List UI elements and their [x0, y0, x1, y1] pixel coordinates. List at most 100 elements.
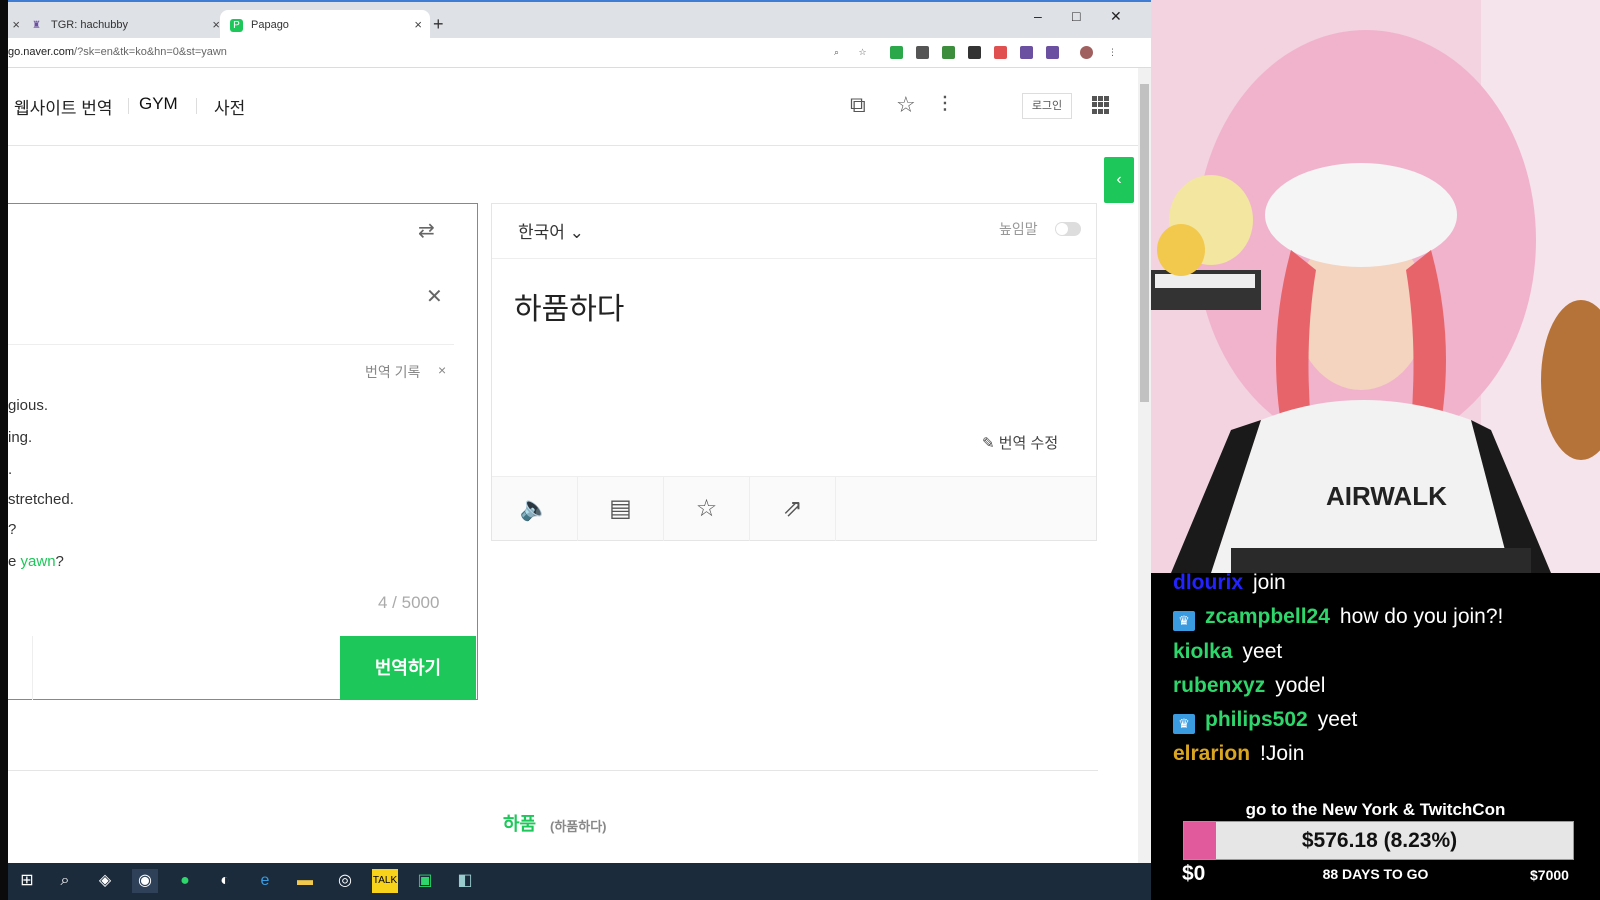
extension-icon[interactable]: [994, 46, 1007, 59]
favorite-star-icon[interactable]: ☆: [896, 92, 916, 118]
swap-languages-icon[interactable]: ⇄: [418, 218, 435, 243]
zoom-icon[interactable]: ⌕: [830, 46, 843, 59]
app-icon[interactable]: ◎: [332, 869, 358, 893]
nav-dictionary[interactable]: 사전: [214, 94, 245, 119]
scrollbar-thumb[interactable]: [1140, 84, 1149, 402]
app-icon[interactable]: ◈: [92, 869, 118, 893]
kakaotalk-icon[interactable]: TALK: [372, 869, 398, 893]
extension-icon[interactable]: [916, 46, 929, 59]
divider: [8, 344, 454, 345]
subscriber-crown-icon: ♛: [1173, 611, 1195, 631]
star-icon[interactable]: ☆: [664, 477, 750, 541]
steam-icon[interactable]: ◐: [212, 869, 238, 893]
chat-username: elrarion: [1173, 742, 1251, 765]
tab-title: Papago: [251, 19, 289, 31]
share-window-icon[interactable]: ⧉: [850, 92, 866, 118]
tab-partial[interactable]: ×: [8, 10, 28, 40]
tab-papago[interactable]: P Papago ×: [220, 10, 430, 40]
history-item[interactable]: e yawn?: [8, 553, 64, 570]
chat-message: dlourix join: [1173, 571, 1286, 595]
close-window-button[interactable]: ✕: [1110, 8, 1122, 25]
divider: [492, 258, 1096, 259]
extension-icon[interactable]: [968, 46, 981, 59]
chat-text: yodel: [1275, 674, 1326, 697]
address-bar[interactable]: go.naver.com/?sk=en&tk=ko&hn=0&st=yawn ⌕…: [8, 38, 1151, 68]
nav-gym[interactable]: GYM: [139, 94, 178, 114]
app-icon[interactable]: ◧: [452, 869, 478, 893]
chat-username: dlourix: [1173, 571, 1244, 594]
clear-input-close-icon[interactable]: ✕: [426, 284, 443, 309]
chat-username: philips502: [1205, 708, 1308, 731]
maximize-button[interactable]: □: [1072, 8, 1080, 24]
honorific-toggle[interactable]: [1055, 222, 1081, 236]
tab-close-icon[interactable]: ×: [212, 17, 220, 32]
pencil-icon: ✎: [982, 435, 995, 452]
donation-goal-max: $7000: [1530, 867, 1569, 883]
svg-text:AIRWALK: AIRWALK: [1326, 481, 1447, 511]
chat-text: yeet: [1317, 708, 1358, 731]
bookmark-star-icon[interactable]: ☆: [856, 46, 869, 59]
app-icon[interactable]: ●: [172, 869, 198, 893]
menu-kebab-icon[interactable]: ⋮: [1106, 46, 1119, 59]
folder-icon[interactable]: ▬: [292, 869, 318, 893]
tab-close-icon[interactable]: ×: [414, 17, 422, 32]
share-icon[interactable]: ⇗: [750, 477, 836, 541]
url-text[interactable]: go.naver.com/?sk=en&tk=ko&hn=0&st=yawn: [8, 46, 227, 58]
dictionary-headword[interactable]: 하품: [503, 810, 536, 836]
history-item[interactable]: ing.: [8, 429, 32, 446]
extension-icon[interactable]: [1046, 46, 1059, 59]
chat-username: kiolka: [1173, 640, 1233, 663]
avatar[interactable]: [1080, 46, 1093, 59]
nav-divider: [196, 98, 197, 114]
tab-close-icon[interactable]: ×: [12, 17, 20, 32]
translate-button[interactable]: 번역하기: [340, 636, 476, 700]
login-button[interactable]: 로그인: [1022, 93, 1072, 119]
target-language-select[interactable]: 한국어 ⌄: [518, 218, 584, 243]
chat-text: join: [1253, 571, 1286, 594]
donation-goal-amount: $576.18 (8.23%): [1301, 829, 1458, 852]
url-path: /?sk=en&tk=ko&hn=0&st=yawn: [74, 46, 227, 58]
chat-message: ♛ philips502 yeet: [1173, 708, 1357, 734]
history-item[interactable]: ?: [8, 521, 16, 538]
history-item[interactable]: gious.: [8, 397, 48, 414]
chat-text: yeet: [1242, 640, 1283, 663]
url-domain: go.naver.com: [8, 46, 75, 58]
speaker-icon[interactable]: 🔈: [492, 477, 578, 541]
history-label: 번역 기록: [365, 364, 421, 380]
nav-divider: [128, 98, 129, 114]
side-panel-toggle-chevron-icon[interactable]: ‹: [1104, 157, 1134, 203]
page-scrollbar[interactable]: [1138, 68, 1151, 863]
tab-title: TGR: hachubby: [51, 19, 129, 31]
translation-output: 하품하다: [514, 293, 625, 326]
extension-icon[interactable]: [890, 46, 903, 59]
settings-sliders-icon[interactable]: ⫶: [942, 92, 948, 118]
chevron-down-icon: ⌄: [569, 223, 584, 242]
extension-icon[interactable]: [1020, 46, 1033, 59]
desktop-edge: [0, 0, 8, 900]
target-panel: 한국어 ⌄ 높임말 하품하다 ✎ 번역 수정 🔈 ▤ ☆ ⇗: [491, 203, 1097, 541]
edit-translation-link[interactable]: ✎ 번역 수정: [982, 432, 1058, 453]
chat-username: zcampbell24: [1205, 605, 1330, 628]
minimize-button[interactable]: –: [1034, 8, 1042, 24]
extension-icon[interactable]: [942, 46, 955, 59]
history-item[interactable]: stretched.: [8, 491, 74, 508]
search-icon[interactable]: ⌕: [52, 869, 78, 893]
browser-window: × ♜ TGR: hachubby × P Papago × + – □ ✕ g…: [8, 0, 1151, 863]
new-tab-button[interactable]: +: [433, 14, 444, 35]
webcam-scene: AIRWALK: [1151, 0, 1600, 573]
chat-message: rubenxyz yodel: [1173, 674, 1325, 698]
document-icon[interactable]: ▤: [578, 477, 664, 541]
app-icon[interactable]: ▣: [412, 869, 438, 893]
windows-start-icon[interactable]: ⊞: [14, 869, 40, 893]
apps-grid-icon[interactable]: [1092, 96, 1110, 114]
tab-strip: × ♜ TGR: hachubby × P Papago × + – □ ✕: [8, 0, 1151, 40]
edge-icon[interactable]: e: [252, 869, 278, 893]
target-toolbar: 🔈 ▤ ☆ ⇗: [492, 476, 1096, 541]
history-close-icon[interactable]: ×: [438, 362, 446, 378]
nav-website-translate[interactable]: 웹사이트 번역: [14, 94, 113, 119]
tab-tgr-hachubby[interactable]: ♜ TGR: hachubby ×: [30, 10, 228, 40]
chrome-icon[interactable]: ◉: [132, 869, 158, 893]
history-item[interactable]: .: [8, 461, 12, 478]
papago-header: 웹사이트 번역 GYM 사전 ⧉ ☆ ⫶ 로그인: [8, 68, 1151, 146]
honorific-label: 높임말: [999, 221, 1038, 237]
